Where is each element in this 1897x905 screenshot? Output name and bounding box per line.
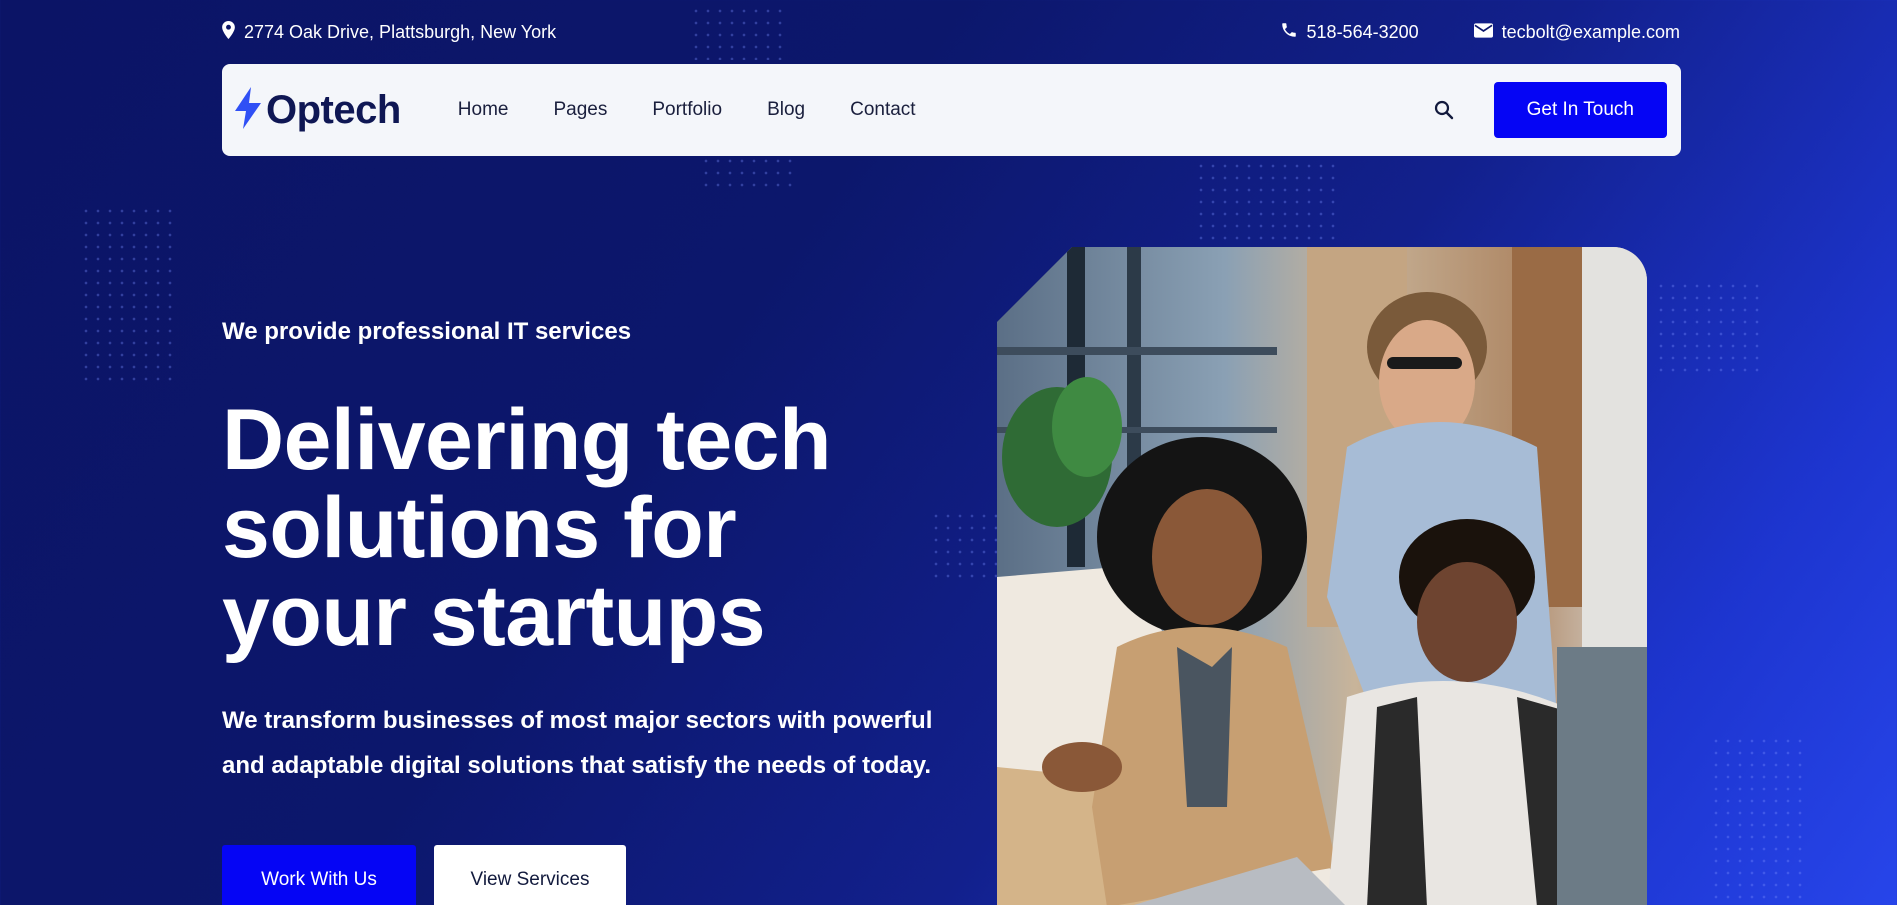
- dot-pattern-decoration: [80, 205, 180, 385]
- address-text: 2774 Oak Drive, Plattsburgh, New York: [244, 21, 557, 42]
- view-services-button[interactable]: View Services: [434, 845, 626, 905]
- logo[interactable]: Optech: [234, 86, 401, 134]
- hero-section: We provide professional IT services Deli…: [222, 318, 962, 788]
- hero-team-photo: [997, 247, 1647, 905]
- description-line: We transform businesses of most major se…: [222, 707, 933, 734]
- nav-item-blog[interactable]: Blog: [767, 99, 805, 121]
- nav-item-home[interactable]: Home: [458, 99, 509, 121]
- dot-pattern-decoration: [700, 155, 800, 195]
- search-icon[interactable]: [1434, 100, 1454, 120]
- phone-icon: [1280, 21, 1298, 44]
- hero-description: We transform businesses of most major se…: [222, 698, 962, 788]
- top-info-bar: 2774 Oak Drive, Plattsburgh, New York 51…: [222, 0, 1680, 64]
- description-line: and adaptable digital solutions that sat…: [222, 752, 931, 779]
- nav-item-portfolio[interactable]: Portfolio: [652, 99, 722, 121]
- phone-text: 518-564-3200: [1306, 21, 1419, 42]
- work-with-us-button[interactable]: Work With Us: [222, 845, 416, 905]
- dot-pattern-decoration: [1655, 280, 1765, 375]
- hero-headline: Delivering tech solutions for your start…: [222, 396, 962, 660]
- nav-item-pages[interactable]: Pages: [553, 99, 607, 121]
- nav-menu: Home Pages Portfolio Blog Contact: [458, 99, 916, 121]
- headline-line: Delivering tech: [222, 392, 832, 488]
- email-text: tecbolt@example.com: [1501, 21, 1680, 42]
- headline-line: solutions for: [222, 480, 737, 576]
- nav-item-contact[interactable]: Contact: [850, 99, 915, 121]
- team-photo-illustration: [997, 247, 1647, 905]
- map-pin-icon: [222, 20, 235, 44]
- phone-info[interactable]: 518-564-3200: [1280, 21, 1419, 44]
- logo-text: Optech: [266, 87, 401, 132]
- address-info: 2774 Oak Drive, Plattsburgh, New York: [222, 20, 557, 44]
- dot-pattern-decoration: [1710, 735, 1810, 905]
- email-info[interactable]: tecbolt@example.com: [1473, 21, 1680, 43]
- hero-eyebrow: We provide professional IT services: [222, 318, 632, 345]
- lightning-bolt-icon: [234, 86, 262, 134]
- hero-buttons: Work With Us View Services: [222, 845, 626, 905]
- headline-line: your startups: [222, 568, 766, 664]
- envelope-icon: [1473, 22, 1493, 43]
- main-navbar: Optech Home Pages Portfolio Blog Contact…: [222, 64, 1681, 156]
- get-in-touch-button[interactable]: Get In Touch: [1493, 82, 1667, 138]
- dot-pattern-decoration: [1195, 160, 1335, 240]
